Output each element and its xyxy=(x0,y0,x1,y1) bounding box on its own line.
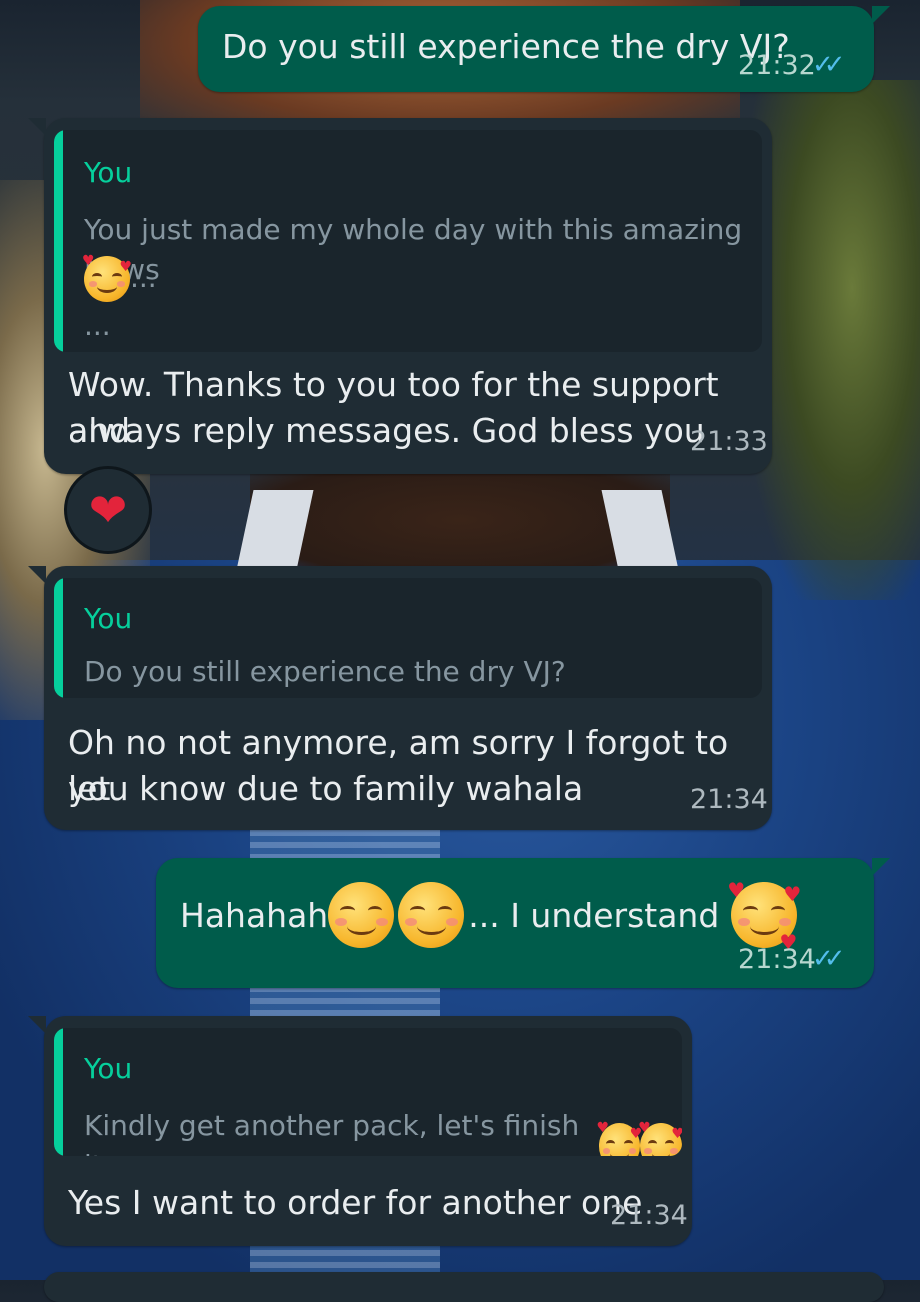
quote-text: Kindly get another pack, let's finish it… xyxy=(84,1109,580,1156)
quote-accent-bar xyxy=(54,578,63,698)
incoming-message[interactable]: You Kindly get another pack, let's finis… xyxy=(28,1016,692,1246)
quote-text: Do you still experience the dry VJ? xyxy=(84,655,566,688)
incoming-message[interactable]: You You just made my whole day with this… xyxy=(28,118,772,474)
message-time: 21:34 xyxy=(690,784,768,815)
quote-author: You xyxy=(84,1052,133,1085)
wallpaper-foliage xyxy=(750,80,920,600)
next-message-partial[interactable] xyxy=(44,1272,884,1302)
incoming-message[interactable]: You Do you still experience the dry VJ? … xyxy=(28,566,772,830)
smiling-face-with-hearts-icon: ♥ ♥ ♥ xyxy=(727,878,802,954)
quote-author: You xyxy=(84,156,133,189)
message-time: 21:34 xyxy=(738,944,816,975)
quoted-message[interactable]: You Kindly get another pack, let's finis… xyxy=(54,1028,682,1156)
quote-text-extra: ... xyxy=(84,309,111,342)
quote-accent-bar xyxy=(54,1028,63,1156)
message-text-a: Hahahah xyxy=(180,895,329,935)
quote-author: You xyxy=(84,602,133,635)
double-check-icon: ✓✓ xyxy=(812,944,845,974)
quote-text-row: Kindly get another pack, let's finish it… xyxy=(84,1106,682,1156)
red-heart-icon[interactable]: ❤ xyxy=(64,466,152,554)
message-text: Do you still experience the dry VJ? xyxy=(222,27,790,66)
smiling-face-with-hearts-icon: ♥ ♥ xyxy=(597,1121,642,1156)
quote-text: You just made my whole day with this ama… xyxy=(84,213,743,286)
smiling-face-with-smiling-eyes-icon xyxy=(398,882,465,948)
smiling-face-with-hearts-icon: ♥ ♥ xyxy=(82,254,132,302)
message-text-line2: you know due to family wahala xyxy=(68,769,584,808)
quoted-message[interactable]: You You just made my whole day with this… xyxy=(54,130,762,352)
message-time: 21:32 xyxy=(738,50,816,81)
message-content: Hahahah ... I understand ♥ ♥ ♥ xyxy=(180,878,802,954)
quote-text-tail-row: ♥ ♥... xyxy=(82,254,157,302)
quoted-message[interactable]: You Do you still experience the dry VJ? xyxy=(54,578,762,698)
message-time: 21:34 xyxy=(610,1200,688,1231)
quote-text-tail: ... xyxy=(130,261,157,294)
message-text: Yes I want to order for another one xyxy=(68,1183,643,1222)
message-text-b: ... I understand xyxy=(468,895,720,935)
outgoing-message[interactable]: Do you still experience the dry VJ? 21:3… xyxy=(198,6,890,92)
message-time: 21:33 xyxy=(690,426,768,457)
smiling-face-with-hearts-icon: ♥ ♥ xyxy=(638,1121,682,1156)
double-check-icon: ✓✓ xyxy=(812,50,845,80)
quote-accent-bar xyxy=(54,130,63,352)
message-text-line2: always reply messages. God bless you xyxy=(68,411,705,450)
smiling-face-with-smiling-eyes-icon xyxy=(328,882,395,948)
outgoing-message[interactable]: Hahahah ... I understand ♥ ♥ ♥ 21:34 ✓✓ xyxy=(156,858,890,988)
